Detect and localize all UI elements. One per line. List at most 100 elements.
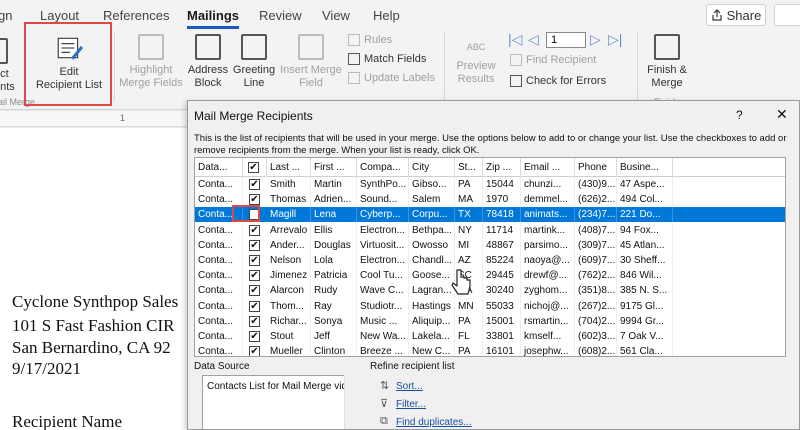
tab-layout[interactable]: Layout: [40, 8, 79, 23]
find-recipient-button[interactable]: Find Recipient: [510, 54, 596, 66]
next-record-icon[interactable]: ▷: [590, 31, 601, 48]
row-checkbox[interactable]: ✔: [249, 255, 260, 266]
cell-last: Thom...: [267, 298, 311, 314]
tab-view[interactable]: View: [322, 8, 350, 23]
cell-zip: 15001: [483, 313, 521, 329]
share-button[interactable]: Share: [706, 4, 766, 26]
help-button[interactable]: ?: [736, 108, 743, 122]
table-row[interactable]: Conta... Thom... Ray Studiotr... Hastings MN 5…: [195, 298, 785, 314]
data-source-item[interactable]: Contacts List for Mail Merge vid: [207, 381, 347, 392]
col-header-business[interactable]: Busine...: [617, 158, 673, 177]
col-header-source[interactable]: Data...: [195, 158, 243, 177]
match-fields-button[interactable]: Match Fields: [348, 53, 426, 65]
cell-business: 221 Do...: [617, 207, 673, 223]
cell-first: Jeff: [311, 329, 357, 344]
address-block-line1: Address: [187, 64, 229, 76]
table-row[interactable]: Conta... Magill Lena Cyberp... Corpu... TX 784…: [195, 207, 785, 223]
cell-city: Corpu...: [409, 207, 455, 223]
cell-zip: 78418: [483, 207, 521, 223]
select-all-checkbox[interactable]: ✔: [248, 162, 259, 173]
rules-button[interactable]: Rules: [348, 34, 392, 46]
table-row[interactable]: Conta... Nelson Lola Electron... Chandl... AZ…: [195, 253, 785, 268]
row-checkbox[interactable]: ✔: [249, 179, 260, 190]
tab-references[interactable]: References: [103, 8, 169, 23]
prev-record-icon[interactable]: ◁: [528, 31, 539, 48]
cell-zip: 16101: [483, 344, 521, 356]
row-checkbox[interactable]: ✔: [249, 300, 260, 312]
cell-source: Conta...: [195, 313, 243, 329]
greeting-line-button[interactable]: Greeting Line: [230, 34, 278, 90]
col-header-company[interactable]: Compa...: [357, 158, 409, 177]
table-row[interactable]: Conta... Richar... Sonya Music ... Aliquip..…: [195, 313, 785, 329]
table-row[interactable]: Conta... Stout Jeff New Wa... Lakela... FL 338…: [195, 329, 785, 344]
cell-state: FL: [455, 329, 483, 344]
cell-email: josephw...: [521, 344, 575, 356]
highlight-merge-fields-button[interactable]: Highlight Merge Fields: [116, 34, 186, 90]
cell-first: Patricia: [311, 268, 357, 284]
first-record-icon[interactable]: |◁: [508, 31, 522, 48]
col-header-state[interactable]: St...: [455, 158, 483, 177]
select-recipients-button[interactable]: ect ents: [0, 38, 18, 94]
row-checkbox[interactable]: ✔: [249, 194, 260, 206]
table-row[interactable]: Conta... Ander... Douglas Virtuosit... Owoss…: [195, 237, 785, 253]
address-block-button[interactable]: Address Block: [186, 34, 230, 90]
greeting-line-line1: Greeting: [232, 64, 276, 76]
edit-recipient-highlight: [24, 22, 112, 106]
insert-merge-field-button[interactable]: Insert Merge Field: [278, 34, 344, 90]
check-errors-button[interactable]: Check for Errors: [510, 75, 606, 87]
tab-mailings[interactable]: Mailings: [187, 8, 240, 29]
table-row[interactable]: Conta... Mueller Clinton Breeze ... New C...…: [195, 344, 785, 356]
document-page[interactable]: Cyclone Synthpop Sales 101 S Fast Fashio…: [0, 128, 188, 430]
record-number-input[interactable]: 1: [546, 32, 586, 48]
cell-business: 561 Cla...: [617, 344, 673, 356]
table-row[interactable]: Conta... Smith Martin SynthPo... Gibso... PA 1…: [195, 177, 785, 192]
tab-design[interactable]: gn: [0, 8, 12, 23]
col-header-city[interactable]: City: [409, 158, 455, 177]
row-checkbox[interactable]: ✔: [249, 239, 260, 251]
cell-state: NY: [455, 222, 483, 238]
row-checkbox[interactable]: ✔: [249, 331, 260, 342]
preview-results-button[interactable]: ABC Preview Results: [452, 34, 500, 86]
find-recipient-icon: [510, 54, 522, 66]
finish-merge-button[interactable]: Finish & Merge: [642, 34, 692, 90]
table-row[interactable]: Conta... Thomas Adrien... Sound... Salem MA 19…: [195, 192, 785, 208]
cell-zip: 85224: [483, 253, 521, 268]
cell-zip: 55033: [483, 298, 521, 314]
data-source-list[interactable]: Contacts List for Mail Merge vid: [202, 375, 360, 429]
cell-state: TX: [455, 207, 483, 223]
cell-city: Bethpa...: [409, 222, 455, 238]
row-checkbox[interactable]: ✔: [249, 346, 260, 356]
cell-state: PA: [455, 313, 483, 329]
col-header-check[interactable]: ✔: [243, 158, 267, 177]
row-checkbox[interactable]: ✔: [249, 285, 260, 297]
cell-first: Clinton: [311, 344, 357, 356]
row-checkbox[interactable]: ✔: [249, 270, 260, 282]
cell-company: New Wa...: [357, 329, 409, 344]
cell-phone: (704)2...: [575, 313, 617, 329]
filter-icon: ⊽: [380, 398, 389, 410]
find-duplicates-link[interactable]: Find duplicates...: [396, 417, 472, 428]
cell-zip: 33801: [483, 329, 521, 344]
col-header-last[interactable]: Last ...: [267, 158, 311, 177]
tab-help[interactable]: Help: [373, 8, 400, 23]
data-source-scrollbar[interactable]: [344, 375, 360, 429]
cell-last: Ander...: [267, 237, 311, 253]
find-duplicates-icon: ⧉: [380, 415, 388, 427]
filter-link[interactable]: Filter...: [396, 399, 426, 410]
col-header-first[interactable]: First ...: [311, 158, 357, 177]
tab-review[interactable]: Review: [259, 8, 302, 23]
table-row[interactable]: Conta...AlarconRudyWave C...Lagran...GA3…: [195, 283, 785, 299]
row-checkbox[interactable]: ✔: [249, 224, 260, 236]
table-row[interactable]: Conta... Jimenez Patricia Cool Tu... Goose..…: [195, 268, 785, 284]
sort-link[interactable]: Sort...: [396, 381, 423, 392]
col-header-zip[interactable]: Zip ...: [483, 158, 521, 177]
last-record-icon[interactable]: ▷|: [608, 31, 622, 48]
comments-button[interactable]: [774, 4, 800, 26]
table-row[interactable]: Conta... Arrevalo Ellis Electron... Bethpa..…: [195, 222, 785, 238]
close-icon[interactable]: ✕: [776, 106, 788, 123]
col-header-phone[interactable]: Phone: [575, 158, 617, 177]
col-header-email[interactable]: Email ...: [521, 158, 575, 177]
row-checkbox[interactable]: ✔: [249, 315, 260, 327]
update-labels-button[interactable]: Update Labels: [348, 72, 435, 84]
cell-zip: 1970: [483, 192, 521, 208]
